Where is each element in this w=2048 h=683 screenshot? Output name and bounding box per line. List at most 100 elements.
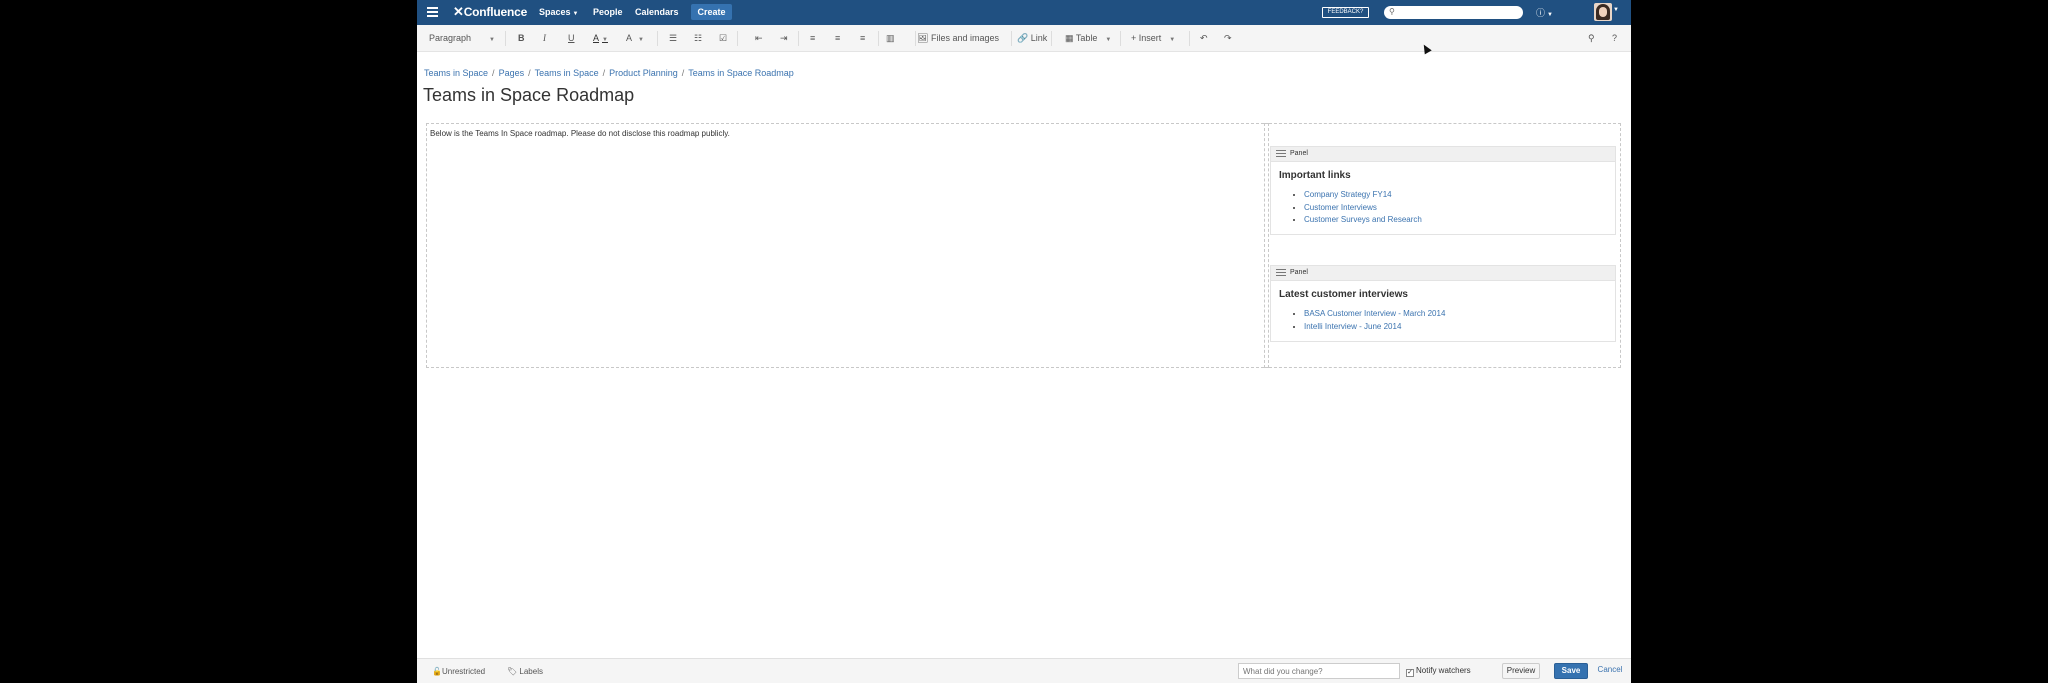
numbered-list-icon[interactable]: ☷ [694, 33, 702, 44]
spaces-menu[interactable]: Spaces ▼ [539, 7, 578, 17]
panel-latest-interviews[interactable]: Panel Latest customer interviews BASA Cu… [1270, 265, 1616, 342]
confluence-logo[interactable]: ✕Confluence [453, 4, 527, 20]
breadcrumb-item[interactable]: Product Planning [609, 68, 678, 78]
restrictions-button[interactable]: 🔓Unrestricted [432, 667, 485, 676]
table-icon: ▦ [1065, 33, 1074, 43]
calendars-link[interactable]: Calendars [635, 7, 679, 17]
panel-heading[interactable]: Latest customer interviews [1279, 289, 1615, 300]
labels-button[interactable]: 🏷 Labels [507, 667, 543, 676]
create-button[interactable]: Create [691, 4, 732, 20]
notify-watchers-checkbox[interactable]: ✓ Notify watchers [1406, 666, 1471, 677]
text-color-label: A [593, 33, 600, 43]
editor-toolbar: Paragraph ▼ B I U A ▼ A ▼ ☰ ☷ ☑ ⇤ ⇥ ≡ ≡ ≡ ▥… [417, 25, 1631, 52]
link-list: Company Strategy FY14 Customer Interview… [1304, 189, 1615, 227]
logo-text: Confluence [463, 5, 528, 19]
help-icon: ⓘ [1536, 8, 1546, 18]
checkbox-checked-icon: ✓ [1406, 669, 1414, 677]
text-color-button[interactable]: A ▼ [593, 33, 608, 43]
breadcrumb-item[interactable]: Pages [499, 68, 525, 78]
link-button[interactable]: 🔗 Link [1017, 33, 1047, 44]
chevron-down-icon: ▼ [1169, 37, 1176, 43]
files-images-label: Files and images [930, 33, 999, 43]
panel-icon [1276, 150, 1286, 158]
list-item-link[interactable]: Company Strategy FY14 [1304, 189, 1615, 202]
chevron-down-icon: ▼ [638, 37, 644, 43]
redo-icon[interactable]: ↷ [1224, 33, 1232, 44]
bold-button[interactable]: B [518, 33, 525, 43]
link-icon: 🔗 [1017, 33, 1029, 43]
chevron-down-icon[interactable]: ▼ [1613, 7, 1619, 13]
chevron-down-icon: ▼ [572, 11, 579, 17]
labels-label: Labels [519, 667, 543, 676]
task-list-icon[interactable]: ☑ [719, 33, 727, 44]
preview-button[interactable]: Preview [1502, 663, 1540, 679]
confluence-editor: ✕Confluence Spaces ▼ People Calendars Cre… [417, 0, 1631, 683]
link-list: BASA Customer Interview - March 2014 Int… [1304, 308, 1615, 333]
editor-footer: 🔓Unrestricted 🏷 Labels ✓Notify watchers … [417, 658, 1631, 683]
format-more-icon: A [626, 33, 633, 43]
feedback-button[interactable]: FEEDBACK? [1322, 7, 1369, 18]
spaces-label: Spaces [539, 7, 571, 17]
unlock-icon: 🔓 [432, 667, 442, 676]
paragraph-style-select[interactable]: Paragraph ▼ [429, 33, 495, 43]
change-comment-input[interactable] [1238, 663, 1400, 679]
align-right-icon[interactable]: ≡ [860, 33, 865, 43]
cancel-button[interactable]: Cancel [1595, 663, 1625, 679]
table-label: Table [1075, 33, 1098, 43]
layout-column-side[interactable]: Panel Important links Company Strategy F… [1264, 123, 1621, 368]
image-icon: 🖼 [917, 33, 929, 43]
chevron-down-icon: ▼ [1547, 12, 1553, 18]
panel-icon [1276, 269, 1286, 277]
list-item-link[interactable]: Customer Surveys and Research [1304, 214, 1615, 227]
layout-column-main[interactable]: Below is the Teams In Space roadmap. Ple… [426, 123, 1269, 368]
insert-label: Insert [1138, 33, 1162, 43]
underline-button[interactable]: U [568, 33, 575, 43]
indent-icon[interactable]: ⇥ [780, 33, 788, 44]
notify-label: Notify watchers [1416, 666, 1471, 675]
page-title[interactable]: Teams in Space Roadmap [423, 85, 634, 106]
breadcrumb-item[interactable]: Teams in Space [424, 68, 488, 78]
outdent-icon[interactable]: ⇤ [755, 33, 763, 44]
panel-label: Panel [1290, 269, 1308, 276]
tag-icon: 🏷 [507, 667, 518, 676]
save-button[interactable]: Save [1554, 663, 1588, 679]
panel-label: Panel [1290, 150, 1308, 157]
page-layout-icon[interactable]: ▥ [886, 33, 895, 44]
intro-paragraph[interactable]: Below is the Teams In Space roadmap. Ple… [430, 129, 730, 138]
help-menu[interactable]: ⓘ ▼ [1536, 6, 1553, 19]
top-nav: ✕Confluence Spaces ▼ People Calendars Cre… [417, 0, 1631, 25]
chevron-down-icon: ▼ [489, 37, 495, 43]
panel-header: Panel [1271, 147, 1615, 162]
search-icon: ⚲ [1389, 7, 1395, 16]
italic-button[interactable]: I [543, 33, 546, 43]
breadcrumb-item[interactable]: Teams in Space [535, 68, 599, 78]
list-item-link[interactable]: Customer Interviews [1304, 202, 1615, 215]
chevron-down-icon: ▼ [1105, 37, 1112, 43]
list-item-link[interactable]: Intelli Interview - June 2014 [1304, 321, 1615, 334]
undo-icon[interactable]: ↶ [1200, 33, 1208, 44]
paragraph-label: Paragraph [429, 33, 472, 43]
insert-button[interactable]: + Insert ▼ [1131, 33, 1175, 43]
files-images-button[interactable]: 🖼 Files and images [917, 33, 999, 44]
align-center-icon[interactable]: ≡ [835, 33, 840, 43]
confluence-x-icon: ✕ [453, 4, 464, 19]
menu-icon[interactable] [427, 7, 438, 18]
panel-header: Panel [1271, 266, 1615, 281]
panel-important-links[interactable]: Panel Important links Company Strategy F… [1270, 146, 1616, 235]
list-item-link[interactable]: BASA Customer Interview - March 2014 [1304, 308, 1615, 321]
search-input[interactable]: ⚲ [1384, 6, 1523, 19]
more-formatting-button[interactable]: A ▼ [626, 33, 644, 43]
chevron-down-icon: ▼ [602, 37, 608, 43]
people-link[interactable]: People [593, 7, 623, 17]
user-avatar[interactable] [1594, 3, 1612, 21]
restrictions-label: Unrestricted [441, 667, 486, 676]
table-button[interactable]: ▦ Table ▼ [1065, 33, 1111, 44]
breadcrumb: Teams in Space / Pages / Teams in Space / Prod… [424, 68, 794, 78]
help-button[interactable]: ? [1612, 33, 1617, 43]
breadcrumb-item[interactable]: Teams in Space Roadmap [688, 68, 794, 78]
find-replace-icon[interactable]: ⚲ [1588, 33, 1595, 44]
bullet-list-icon[interactable]: ☰ [669, 33, 677, 44]
align-left-icon[interactable]: ≡ [810, 33, 815, 43]
plus-icon: + [1131, 33, 1137, 43]
panel-heading[interactable]: Important links [1279, 170, 1615, 181]
